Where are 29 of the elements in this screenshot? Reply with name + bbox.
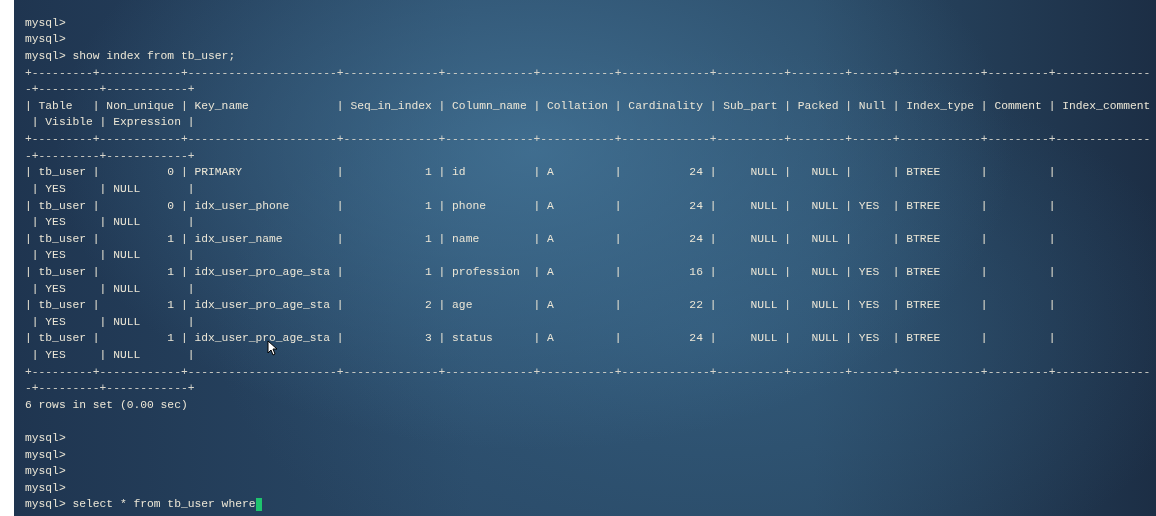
table-row-line: | tb_user | 0 | PRIMARY | 1 | id | A | 24 | NULL | NULL | | BTREE | | (25, 166, 1056, 180)
table-border: +---------+------------+----------------------+--------------+-------------+-----------+-------------+----------+--------+------+------------+---------+-------------- (25, 365, 1151, 379)
status-message: 6 rows in set (0.00 sec) (25, 398, 188, 412)
table-border: +---------+------------+----------------------+--------------+-------------+-----------+-------------+----------+--------+------+------------+---------+-------------- (25, 66, 1151, 80)
table-row-line: | YES | NULL | (30, 349, 195, 362)
table-row-line: | YES | NULL | (30, 249, 195, 263)
table-row-line: | tb_user | 0 | idx_user_phone | 1 | phone | A | 24 | NULL | NULL | YES | BTREE | | (25, 199, 1056, 213)
table-row-line: | tb_user | 1 | idx_user_pro_age_sta | 3 | status | A | 24 | NULL | NULL | YES | BTREE | | (25, 332, 1056, 346)
table-row-line: | tb_user | 1 | idx_user_name | 1 | name | A | 24 | NULL | NULL | | BTREE | | (25, 232, 1056, 246)
table-row-line: | YES | NULL | (30, 216, 195, 230)
table-border: +---------+------------+----------------------+--------------+-------------+-----------+-------------+----------+--------+------+------------+---------+-------------- (25, 133, 1151, 147)
table-row-line: | YES | NULL | (30, 315, 195, 329)
table-row-line: | YES | NULL | (30, 282, 195, 296)
command-line: mysql> select * from tb_user where (25, 498, 256, 512)
command-line: mysql> show index from tb_user; (25, 50, 236, 63)
command-line: mysql> (25, 448, 66, 462)
command-line: mysql> (25, 481, 66, 495)
table-row-line: | tb_user | 1 | idx_user_pro_age_sta | 1 | profession | A | 16 | NULL | NULL | YES | BTREE | | (25, 265, 1056, 279)
command-line: mysql> (25, 33, 66, 47)
table-row-line: | tb_user | 1 | idx_user_pro_age_sta | 2 | age | A | 22 | NULL | NULL | YES | BTREE | | (25, 299, 1056, 313)
command-line: mysql> (25, 465, 66, 479)
table-border: -+---------+------------+ (25, 149, 195, 163)
table-header-line: | Visible | Expression | (30, 116, 195, 130)
table-row-line: | YES | NULL | (30, 182, 195, 196)
command-line: mysql> (25, 16, 66, 30)
table-border: -+---------+------------+ (25, 83, 195, 97)
command-line: mysql> (25, 432, 66, 446)
table-border: -+---------+------------+ (25, 382, 195, 396)
table-header-line: | Table | Non_unique | Key_name | Seq_in_index | Column_name | Collation | Cardinality | Sub_part | Packed | Null | Index_type | Comment | Index_comment (25, 99, 1151, 113)
